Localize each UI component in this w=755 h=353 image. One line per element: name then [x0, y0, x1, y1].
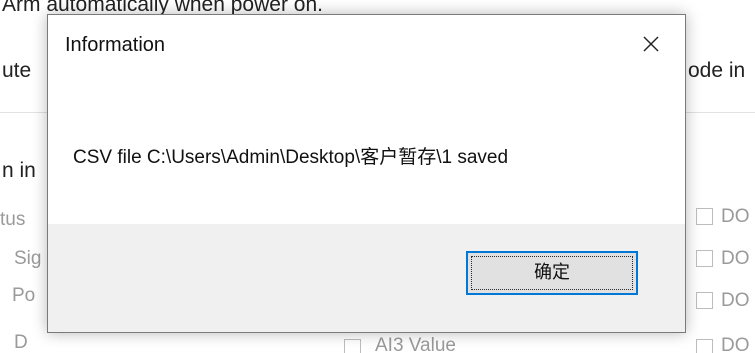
dialog-title: Information — [65, 34, 166, 56]
bg-row-label: Po — [12, 285, 36, 306]
bg-do-label: DO — [721, 206, 750, 227]
bg-do-label: DO — [721, 248, 750, 269]
bg-row-label: Sig — [14, 248, 42, 269]
bg-do-label: DO — [721, 335, 750, 353]
bg-do-checkbox[interactable] — [696, 208, 713, 225]
bg-arm-option-label: Arm automatically when power on. — [2, 0, 323, 16]
bg-ai3-label: AI3 Value — [375, 335, 456, 353]
bg-do-label: DO — [721, 290, 750, 311]
information-dialog: Information CSV file C:\Users\Admin\Desk… — [47, 14, 686, 333]
bg-row2-right-label: ode in — [688, 59, 746, 82]
bg-row2-left-label: ute — [2, 59, 32, 82]
bg-row-label: tus — [0, 209, 26, 230]
bg-do-checkbox[interactable] — [696, 339, 713, 353]
bg-do-checkbox[interactable] — [696, 292, 713, 309]
bg-do-checkbox[interactable] — [696, 250, 713, 267]
close-icon — [643, 36, 659, 52]
dialog-message: CSV file C:\Users\Admin\Desktop\客户暂存\1 s… — [73, 147, 509, 168]
screen: Arm automatically when power on. ute ode… — [0, 0, 755, 353]
bg-row-label: D — [14, 332, 28, 353]
bg-ai3-checkbox[interactable] — [344, 339, 361, 353]
close-button[interactable] — [636, 29, 666, 59]
ok-button-label: 确定 — [534, 262, 570, 283]
ok-button[interactable]: 确定 — [466, 251, 638, 295]
bg-section-label: n in — [2, 159, 36, 182]
